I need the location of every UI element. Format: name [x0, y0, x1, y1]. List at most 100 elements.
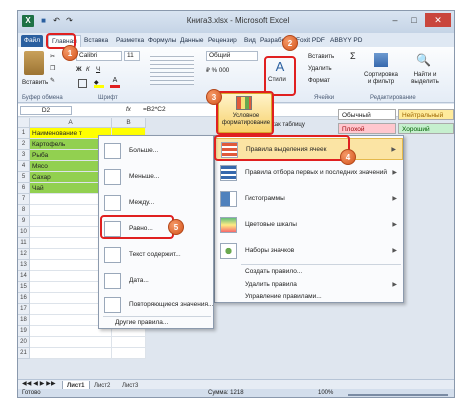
minimize-button[interactable]: – [386, 13, 404, 27]
menu-item-histograms[interactable]: Гистограммы ▶ [215, 188, 403, 210]
fx-icon[interactable]: fx [126, 106, 131, 113]
tab-insert[interactable]: Вставка [84, 35, 108, 47]
row-header[interactable]: 8 [18, 205, 30, 216]
sort-filter-icon[interactable] [374, 53, 388, 67]
tab-view[interactable]: Вид [244, 35, 256, 47]
sort-filter-button[interactable]: Сортировка и фильтр [362, 71, 400, 85]
row-header[interactable]: 7 [18, 194, 30, 205]
row-header[interactable]: 15 [18, 282, 30, 293]
menu-item-top-bottom[interactable]: Правила отбора первых и последних значен… [215, 162, 403, 184]
row-header[interactable]: 20 [18, 337, 30, 348]
close-button[interactable]: ✕ [425, 13, 451, 27]
top-bottom-icon [220, 165, 237, 181]
zoom-slider[interactable] [348, 394, 448, 396]
italic-button[interactable]: К [86, 66, 90, 73]
select-all-corner[interactable] [18, 118, 30, 128]
find-select-button[interactable]: Найти и выделить [404, 71, 446, 85]
cut-icon[interactable]: ✂ [50, 53, 55, 60]
format-as-table-label[interactable]: как таблицу [272, 122, 305, 128]
style-normal[interactable]: Обычный [338, 109, 396, 120]
delete-cells-button[interactable]: Удалить [308, 65, 332, 72]
number-format-value: Общий [209, 52, 231, 59]
paste-button[interactable]: Вставить [22, 79, 48, 86]
icon-sets-label: Наборы значков [245, 247, 295, 254]
styles-button[interactable]: Стили [268, 76, 286, 83]
tab-data[interactable]: Данные [180, 35, 203, 47]
cell-b[interactable] [112, 348, 146, 359]
copy-icon[interactable]: ❐ [50, 65, 56, 72]
row-header[interactable]: 19 [18, 326, 30, 337]
row-header[interactable]: 16 [18, 293, 30, 304]
row-header[interactable]: 4 [18, 161, 30, 172]
submenu-item-between[interactable]: Между... [99, 192, 213, 214]
zoom-level[interactable]: 100% [318, 390, 333, 396]
align-icons[interactable] [150, 53, 194, 85]
tab-file[interactable]: Файл [21, 35, 43, 47]
font-color-icon[interactable]: A [110, 77, 120, 88]
style-neutral[interactable]: Нейтральный [398, 109, 454, 120]
tab-review[interactable]: Рецензир [208, 35, 237, 47]
row-header[interactable]: 1 [18, 128, 30, 139]
borders-icon[interactable] [78, 79, 87, 88]
maximize-button[interactable]: □ [405, 13, 423, 27]
style-good[interactable]: Хороший [398, 123, 454, 134]
menu-item-new-rule[interactable]: Создать правило... [215, 266, 403, 278]
cell-b[interactable] [112, 337, 146, 348]
format-cells-button[interactable]: Формат [308, 77, 330, 84]
row-header[interactable]: 5 [18, 172, 30, 183]
submenu-item-other-rules[interactable]: Другие правила... [99, 317, 213, 329]
formula-input[interactable]: =B2*C2 [143, 106, 166, 113]
cell-a[interactable] [30, 337, 112, 348]
row-header[interactable]: 21 [18, 348, 30, 359]
row-header[interactable]: 17 [18, 304, 30, 315]
tab-abbyy[interactable]: ABBYY PD [330, 35, 362, 47]
find-select-icon[interactable]: 🔍 [416, 53, 431, 67]
column-header-a[interactable]: A [30, 118, 112, 128]
row-header[interactable]: 6 [18, 183, 30, 194]
row-header[interactable]: 11 [18, 238, 30, 249]
column-header-b[interactable]: B [112, 118, 146, 128]
submenu-item-text-contains[interactable]: Текст содержит... [99, 244, 213, 266]
tab-layout[interactable]: Разметка [116, 35, 144, 47]
cell-a[interactable] [30, 348, 112, 359]
font-name-select[interactable]: Calibri [76, 51, 122, 61]
number-format-select[interactable]: Общий [206, 51, 258, 61]
font-size-value: 11 [127, 52, 134, 59]
font-size-select[interactable]: 11 [124, 51, 140, 61]
bold-button[interactable]: Ж [76, 66, 82, 73]
row-header[interactable]: 9 [18, 216, 30, 227]
row-header[interactable]: 13 [18, 260, 30, 271]
underline-button[interactable]: Ч [96, 66, 100, 73]
tab-foxit[interactable]: Foxit PDF [296, 35, 325, 47]
format-painter-icon[interactable]: ✎ [50, 77, 55, 84]
row-header[interactable]: 18 [18, 315, 30, 326]
menu-item-icon-sets[interactable]: Наборы значков ▶ [215, 240, 403, 262]
menu-item-color-scales[interactable]: Цветовые шкалы ▶ [215, 214, 403, 236]
date-icon [104, 273, 121, 289]
submenu-item-duplicates[interactable]: Повторяющиеся значения... [99, 294, 213, 316]
menu-item-manage-rules[interactable]: Управление правилами... [215, 291, 403, 303]
fill-color-icon[interactable]: ◆ [94, 79, 104, 88]
row-header[interactable]: 12 [18, 249, 30, 260]
row-header[interactable]: 2 [18, 139, 30, 150]
submenu-item-less[interactable]: Меньше... [99, 166, 213, 188]
row-header[interactable]: 10 [18, 227, 30, 238]
autosum-icon[interactable]: Σ [350, 51, 356, 61]
currency-icon[interactable]: ₽ % 000 [206, 67, 229, 74]
tab-formulas[interactable]: Формулы [148, 35, 176, 47]
font-name-value: Calibri [79, 52, 98, 59]
save-icon[interactable]: ■ [38, 15, 49, 26]
insert-cells-button[interactable]: Вставить [308, 53, 334, 60]
style-bad[interactable]: Плохой [338, 123, 396, 134]
sheet-nav-icons[interactable]: ◀◀ ◀ ▶ ▶▶ [22, 380, 56, 387]
name-box[interactable]: D2 [20, 106, 72, 115]
menu-item-clear-rules[interactable]: Удалить правила ▶ [215, 279, 403, 291]
submenu-item-greater[interactable]: Больше... [99, 140, 213, 162]
redo-icon[interactable]: ↷ [64, 15, 75, 26]
undo-icon[interactable]: ↶ [51, 15, 62, 26]
styles-icon[interactable]: A [272, 60, 288, 74]
row-header[interactable]: 3 [18, 150, 30, 161]
equal-item-box [100, 215, 174, 239]
submenu-item-date[interactable]: Дата... [99, 270, 213, 292]
row-header[interactable]: 14 [18, 271, 30, 282]
